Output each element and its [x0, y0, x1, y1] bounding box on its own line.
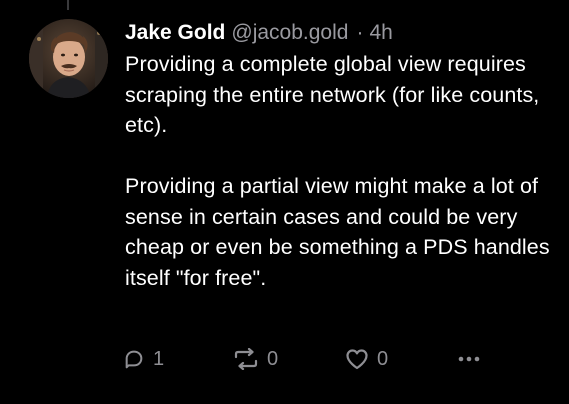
post-paragraph-2: Providing a partial view might make a lo… [125, 174, 550, 290]
like-button[interactable]: 0 [345, 348, 388, 371]
reply-count: 1 [153, 347, 165, 370]
reply-button[interactable]: 1 [123, 348, 164, 371]
post-text: Providing a complete global view require… [125, 49, 555, 293]
post[interactable]: Jake Gold @jacob.gold · 4h Providing a c… [0, 0, 569, 404]
repost-button[interactable]: 0 [233, 348, 278, 371]
post-header: Jake Gold @jacob.gold · 4h [125, 18, 555, 48]
avatar-image [29, 19, 108, 98]
author-display-name[interactable]: Jake Gold [125, 18, 225, 48]
post-timestamp[interactable]: 4h [369, 18, 392, 48]
like-count: 0 [377, 347, 389, 370]
heart-icon [346, 349, 368, 370]
reply-icon [125, 350, 143, 369]
post-actions: 1 0 0 [123, 344, 483, 374]
more-options-button[interactable] [456, 348, 482, 370]
author-handle[interactable]: @jacob.gold [231, 18, 348, 48]
post-content: Jake Gold @jacob.gold · 4h Providing a c… [125, 18, 555, 293]
more-dots-icon [458, 356, 480, 362]
repost-count: 0 [267, 347, 279, 370]
avatar[interactable] [29, 19, 108, 98]
repost-icon [234, 348, 258, 370]
header-separator: · [356, 21, 364, 44]
post-paragraph-1: Providing a complete global view require… [125, 52, 540, 137]
